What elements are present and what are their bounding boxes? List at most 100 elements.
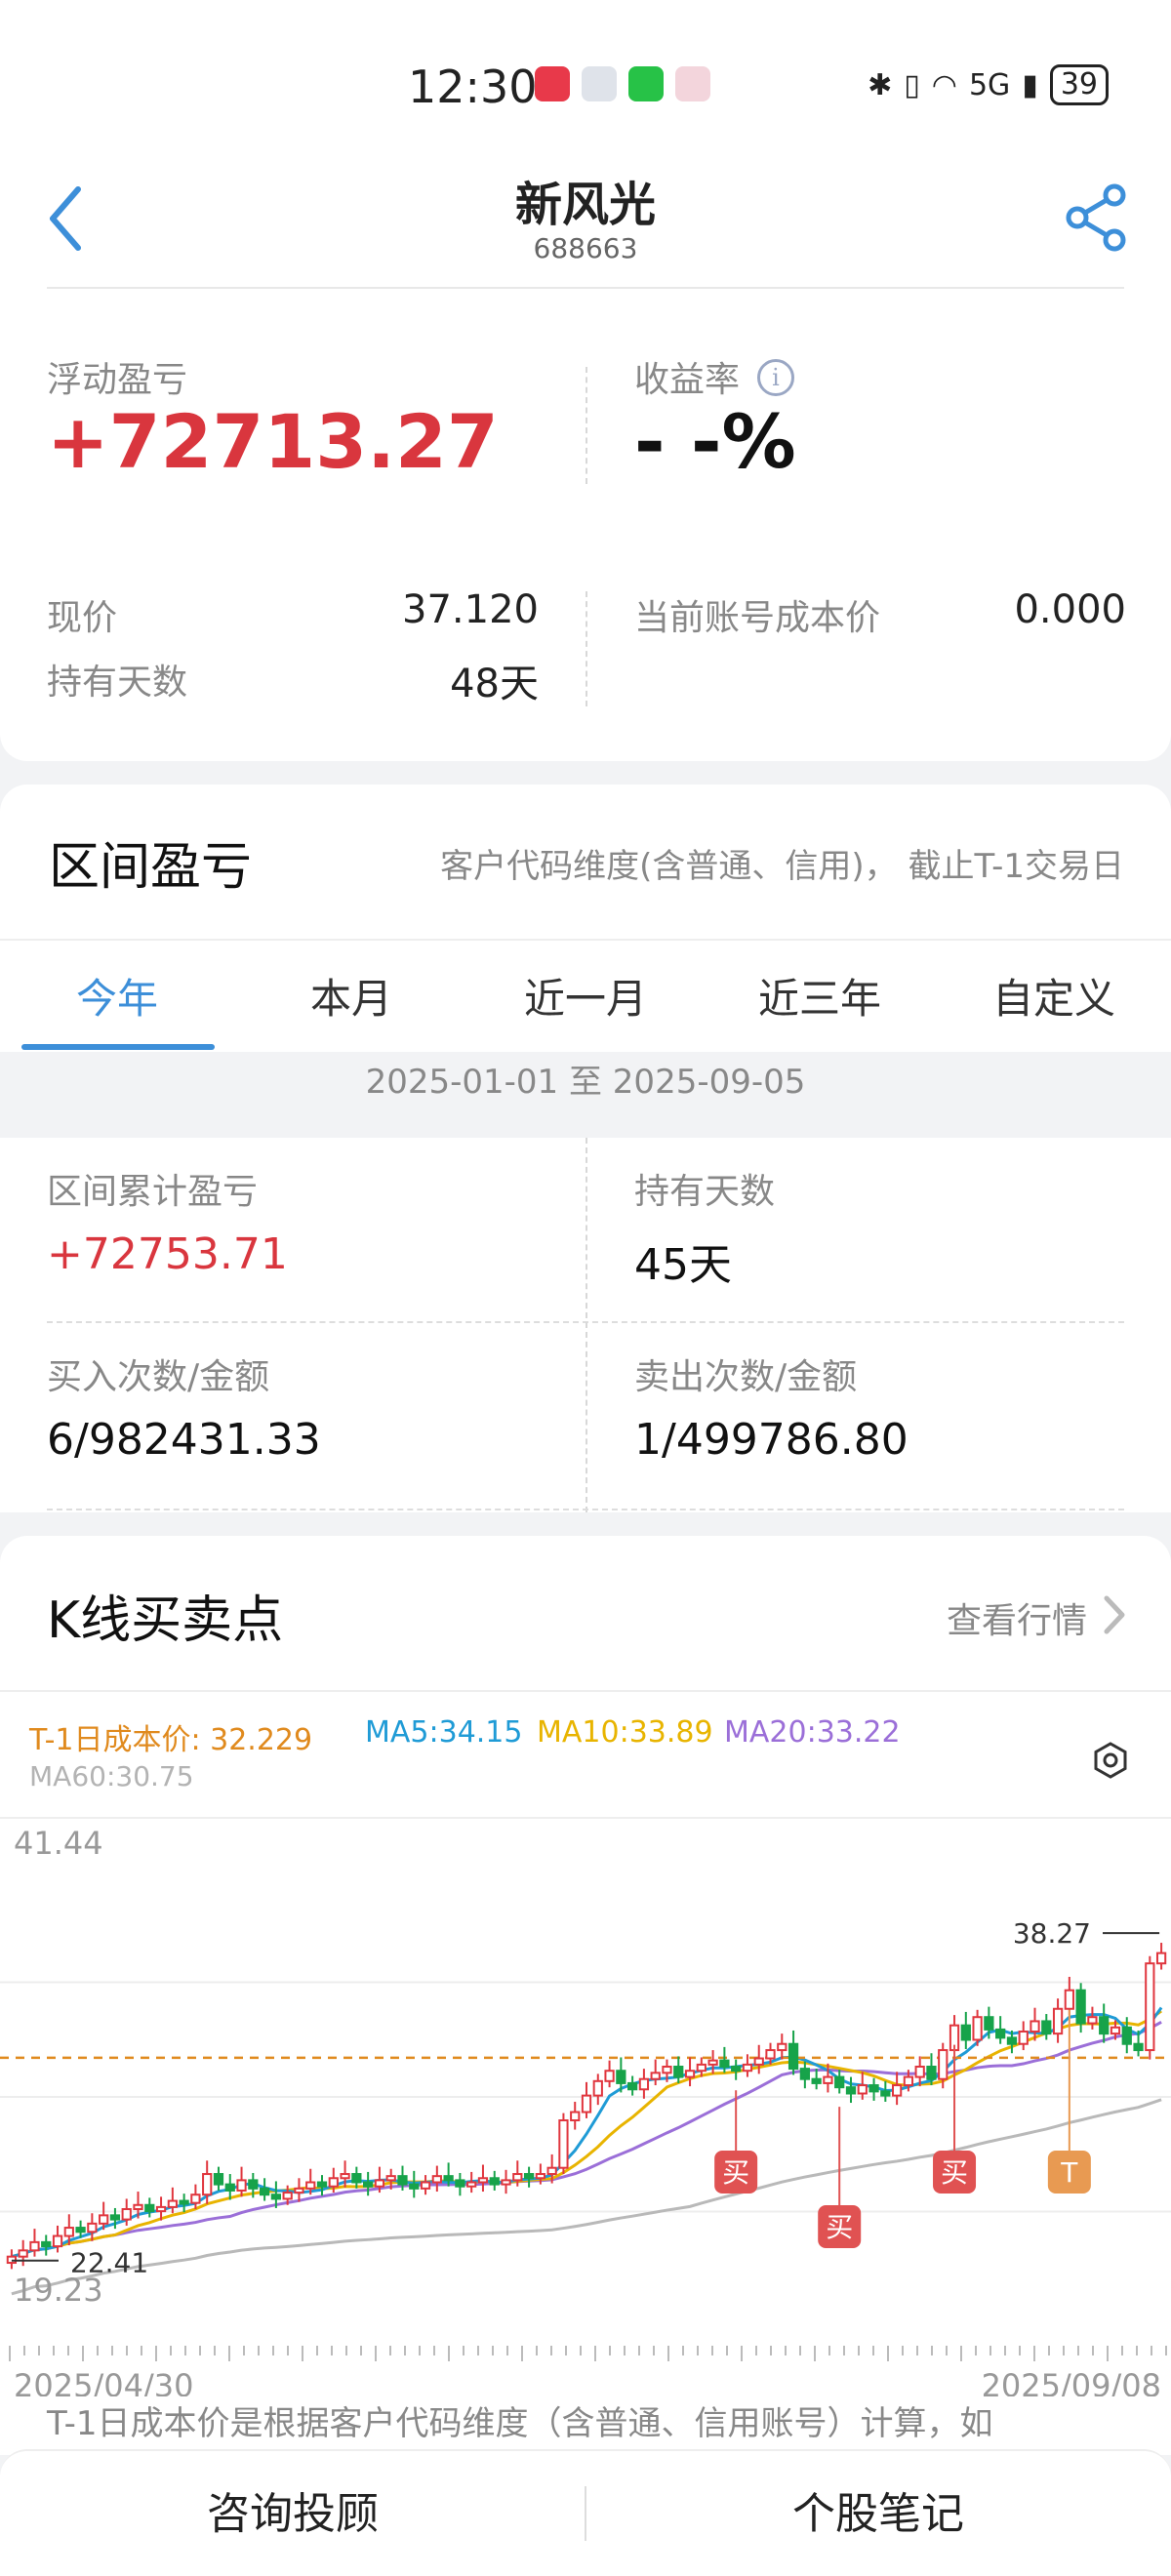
- candle-body: [938, 2049, 949, 2080]
- kline-header: K线买卖点 查看行情: [0, 1536, 1171, 1692]
- china-mobile-icon: [675, 66, 710, 101]
- candle-body: [363, 2181, 374, 2188]
- tab-this-year[interactable]: 今年: [0, 966, 234, 1026]
- status-right: ✱ ▯ ◠ 5G ▮ 39: [868, 64, 1109, 105]
- summary-divider-2: [586, 591, 587, 706]
- candle-body: [224, 2183, 235, 2192]
- candle-body: [213, 2173, 224, 2186]
- page-title: 新风光: [514, 178, 656, 232]
- candle-body: [787, 2042, 799, 2071]
- signal-icon: ▮: [1022, 67, 1038, 102]
- kline-legend: T-1日成本价: 32.229 MA5:34.15 MA10:33.89 MA2…: [0, 1692, 1171, 1819]
- candle-body: [1155, 1952, 1167, 1965]
- candle-body: [1064, 1989, 1074, 2010]
- candle-body: [294, 2187, 304, 2194]
- tab-last-month[interactable]: 近一月: [468, 966, 703, 1026]
- range-stats: 区间累计盈亏 +72753.71 持有天数 45天 买入次数/金额 6/9824…: [0, 1138, 1171, 1512]
- candle-body: [305, 2181, 316, 2190]
- candle-body: [1087, 2016, 1098, 2025]
- candle-body: [972, 2016, 983, 2041]
- date-range: 2025-01-01 至 2025-09-05: [0, 1052, 1171, 1138]
- candle-body: [546, 2166, 557, 2176]
- settings-hex-icon[interactable]: [1091, 1741, 1130, 1780]
- candle-body: [109, 2214, 121, 2221]
- candle-body: [29, 2240, 40, 2252]
- candle-body: [1099, 2016, 1110, 2035]
- chart-footnote: T-1日成本价是根据客户代码维度（含普通、信用账号）计算，如: [0, 2396, 1171, 2455]
- consult-button[interactable]: 咨询投顾: [0, 2478, 586, 2541]
- info-icon[interactable]: i: [757, 359, 794, 396]
- candle-body: [316, 2181, 328, 2188]
- header: 新风光 688663: [0, 146, 1171, 289]
- candle-body: [1041, 2020, 1052, 2035]
- hold-days-label: 持有天数: [47, 663, 188, 703]
- candle-body: [914, 2065, 925, 2078]
- candle-body: [63, 2227, 74, 2237]
- summary-divider: [586, 367, 587, 484]
- candle-body: [477, 2177, 489, 2184]
- share-icon[interactable]: [1064, 183, 1128, 252]
- legend-cost: T-1日成本价: 32.229: [29, 1723, 313, 1757]
- candle-body: [535, 2173, 545, 2180]
- candle-body: [570, 2111, 581, 2122]
- kline-title: K线买卖点: [47, 1591, 284, 1650]
- summary-card: 浮动盈亏 +72713.27 收益率 i - -% 现价 37.120 持有天数…: [0, 289, 1171, 761]
- candle-body: [592, 2079, 603, 2097]
- cost-value: 0.000: [1014, 587, 1126, 632]
- candle-body: [121, 2208, 132, 2221]
- rate-value: - -%: [634, 398, 796, 485]
- buy-label: 买入次数/金额: [47, 1357, 270, 1397]
- chevron-right-icon[interactable]: [1099, 1590, 1128, 1639]
- candle-body: [673, 2065, 684, 2078]
- candle-body: [179, 2199, 189, 2205]
- candle-body: [1052, 2007, 1064, 2035]
- sell-value: 1/499786.80: [634, 1415, 909, 1465]
- candle-body: [627, 2081, 638, 2091]
- buy-value: 6/982431.33: [47, 1415, 321, 1465]
- bottom-bar: 咨询投顾 个股笔记: [0, 2449, 1171, 2576]
- candle-body: [558, 2119, 569, 2169]
- low-label: 22.41: [70, 2247, 148, 2279]
- battery-icon: 39: [1049, 64, 1109, 105]
- candle-body: [443, 2175, 454, 2182]
- stock-notes-button[interactable]: 个股笔记: [586, 2478, 1171, 2541]
- candle-body: [765, 2049, 776, 2060]
- tab-last-three-years[interactable]: 近三年: [703, 966, 937, 1026]
- candle-body: [99, 2214, 109, 2225]
- candle-body: [960, 2024, 971, 2041]
- candle-body: [1133, 2042, 1144, 2052]
- candle-body: [1121, 2026, 1132, 2045]
- view-market-link[interactable]: 查看行情: [947, 1592, 1087, 1643]
- legend-ma20: MA20:33.22: [724, 1715, 901, 1750]
- candle-body: [995, 2028, 1006, 2039]
- tab-this-month[interactable]: 本月: [234, 966, 468, 1026]
- candle-body: [868, 2084, 879, 2093]
- stats-vdivider: [586, 1138, 587, 1512]
- candle-body: [880, 2090, 891, 2097]
- candle-body: [926, 2065, 937, 2080]
- candle-body: [811, 2077, 822, 2084]
- mail-icon: [582, 66, 617, 101]
- candle-body: [707, 2059, 718, 2066]
- candle-body: [891, 2084, 903, 2097]
- stats-divider-bottom: [47, 1509, 1124, 1510]
- kline-chart: 41.44 19.23 38.27 22.41 2025/04/30 2025/09/08…: [0, 1819, 1171, 2424]
- range-note: 客户代码维度(含普通、信用)， 截止T-1交易日: [440, 847, 1124, 886]
- float-pnl-label: 浮动盈亏: [47, 360, 188, 400]
- stock-code: 688663: [533, 232, 638, 264]
- candle-body: [155, 2205, 167, 2213]
- legend-ma60: MA60:30.75: [29, 1760, 194, 1792]
- high-label: 38.27: [1013, 1917, 1091, 1950]
- candle-body: [144, 2203, 155, 2213]
- candle-body: [501, 2179, 511, 2186]
- tab-custom[interactable]: 自定义: [937, 966, 1171, 1026]
- sell-label: 卖出次数/金额: [634, 1357, 858, 1397]
- range-hold-days-value: 45天: [634, 1240, 732, 1290]
- candle-body: [799, 2068, 810, 2080]
- candle-body: [420, 2181, 431, 2190]
- candle-body: [259, 2187, 270, 2196]
- cum-pnl-label: 区间累计盈亏: [47, 1172, 259, 1212]
- y-max-label: 41.44: [14, 1825, 103, 1862]
- candle-body: [328, 2177, 339, 2188]
- candle-body: [777, 2042, 787, 2052]
